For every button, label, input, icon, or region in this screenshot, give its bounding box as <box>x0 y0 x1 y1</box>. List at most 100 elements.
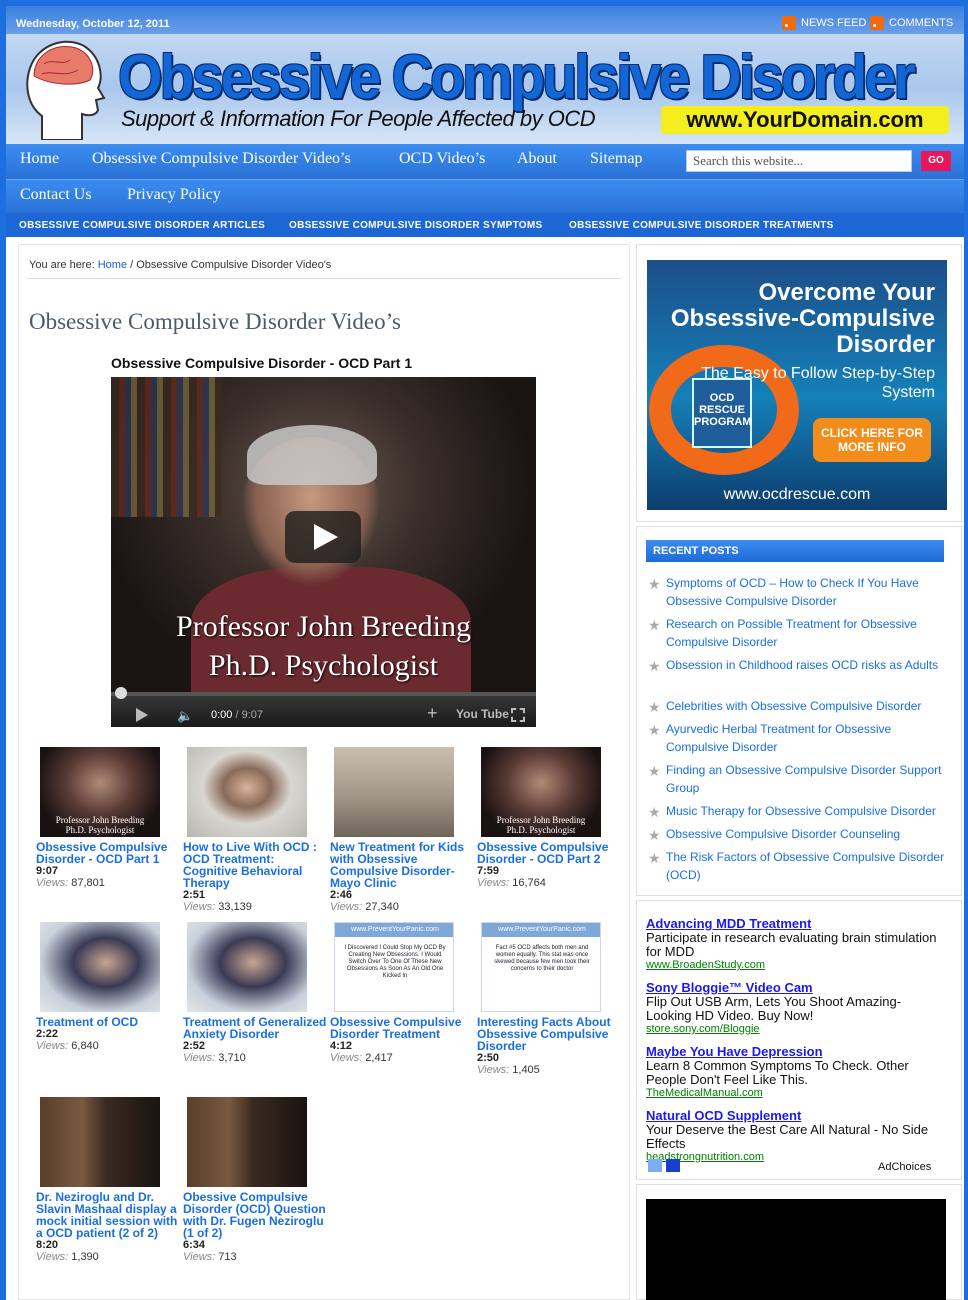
nav-home[interactable]: Home <box>20 150 59 168</box>
recent-post-link[interactable]: Obsessive Compulsive Disorder Counseling <box>666 827 900 841</box>
views-count: 27,340 <box>365 901 399 913</box>
recent-post-item[interactable]: ★ Celebrities with Obsessive Compulsive D… <box>646 697 946 715</box>
recent-post-link[interactable]: Symptoms of OCD – How to Check If You Ha… <box>666 576 919 608</box>
site-title[interactable]: Obsessive Compulsive Disorder <box>118 42 916 113</box>
views-count: 6,840 <box>71 1040 99 1052</box>
ad-url[interactable]: store.sony.com/Bloggie <box>646 1023 946 1036</box>
recent-post-item[interactable]: ★ Symptoms of OCD – How to Check If You H… <box>646 574 946 610</box>
recent-post-item[interactable]: ★ Music Therapy for Obsessive Compulsive … <box>646 802 946 820</box>
video-thumbnail[interactable] <box>187 922 307 1012</box>
volume-icon[interactable]: 🔈 <box>177 708 197 723</box>
video-thumb-item[interactable]: Treatment of OCD 2:22 Views: 6,840 <box>36 922 183 1053</box>
video-thumb-item[interactable]: www.PreventYourPanic.com I Discovered I … <box>330 922 477 1065</box>
recent-post-item[interactable]: ★ The Risk Factors of Obsessive Compulsiv… <box>646 848 946 884</box>
video-thumb-title[interactable]: How to Live With OCD : OCD Treatment: Co… <box>183 841 330 889</box>
news-feed-link[interactable]: NEWS FEED <box>782 16 866 30</box>
video-thumb-title[interactable]: Treatment of Generalized Anxiety Disorde… <box>183 1016 330 1040</box>
recent-post-link[interactable]: Finding an Obsessive Compulsive Disorder… <box>666 763 941 795</box>
video-thumbnail[interactable] <box>40 922 160 1012</box>
ocd-rescue-banner[interactable]: Overcome Your Obsessive-Compulsive Disor… <box>647 260 947 510</box>
video-thumbnail[interactable]: www.PreventYourPanic.com I Discovered I … <box>334 922 454 1012</box>
video-thumbnail[interactable] <box>334 747 454 837</box>
video-thumb-title[interactable]: Obsessive Compulsive Disorder - OCD Part… <box>477 841 624 865</box>
video-thumb-title[interactable]: Obessive Compulsive Disorder (OCD) Quest… <box>183 1191 330 1239</box>
views-count: 2,417 <box>365 1052 393 1064</box>
ad-title[interactable]: Advancing MDD Treatment <box>646 916 946 931</box>
video-thumbnail[interactable]: www.PreventYourPanic.com Fact #5 OCD aff… <box>481 922 601 1012</box>
video-thumb-title[interactable]: New Treatment for Kids with Obsessive Co… <box>330 841 477 889</box>
video-thumb-item[interactable]: How to Live With OCD : OCD Treatment: Co… <box>183 747 330 914</box>
recent-post-item[interactable]: ★ Ayurvedic Herbal Treatment for Obsessiv… <box>646 720 946 756</box>
recent-post-link[interactable]: Ayurvedic Herbal Treatment for Obsessive… <box>666 722 891 754</box>
nav-ocd-videos[interactable]: OCD Video’s <box>399 150 485 168</box>
nav-sitemap[interactable]: Sitemap <box>590 150 642 168</box>
star-icon: ★ <box>648 850 661 866</box>
adchoices-link[interactable]: AdChoices <box>878 1161 931 1173</box>
time-display: 0:00 / 9:07 <box>211 709 263 721</box>
recent-post-link[interactable]: The Risk Factors of Obsessive Compulsive… <box>666 850 944 882</box>
video-thumbnail[interactable] <box>40 747 160 837</box>
ad-title[interactable]: Maybe You Have Depression <box>646 1044 946 1059</box>
ad-prev-arrow-icon[interactable] <box>648 1159 662 1172</box>
search-input[interactable]: Search this website... <box>686 150 912 172</box>
search-button[interactable]: GO <box>921 151 951 171</box>
recent-post-link[interactable]: Research on Possible Treatment for Obses… <box>666 617 917 649</box>
recent-post-link[interactable]: Celebrities with Obsessive Compulsive Di… <box>666 699 921 713</box>
ad-next-arrow-icon[interactable] <box>666 1159 680 1172</box>
nav-ocd-symptoms[interactable]: OBSESSIVE COMPULSIVE DISORDER SYMPTOMS <box>289 220 542 231</box>
video-thumb-item[interactable]: Treatment of Generalized Anxiety Disorde… <box>183 922 330 1065</box>
video-thumb-title[interactable]: Interesting Facts About Obsessive Compul… <box>477 1016 624 1052</box>
progress-bar[interactable] <box>111 692 536 696</box>
video-thumb-item[interactable]: Obessive Compulsive Disorder (OCD) Quest… <box>183 1097 330 1264</box>
banner-cta-button[interactable]: CLICK HERE FOR MORE INFO <box>813 418 931 462</box>
video-thumb-item[interactable]: New Treatment for Kids with Obsessive Co… <box>330 747 477 914</box>
breadcrumb-current: Obsessive Compulsive Disorder Video's <box>136 259 332 271</box>
play-overlay-icon[interactable] <box>285 511 361 563</box>
breadcrumb-home-link[interactable]: Home <box>98 259 127 271</box>
ad-item[interactable]: Natural OCD Supplement Your Deserve the … <box>646 1108 946 1164</box>
nav-privacy-policy[interactable]: Privacy Policy <box>127 186 221 204</box>
video-thumbnail[interactable] <box>40 1097 160 1187</box>
banner-subheadline: The Easy to Follow Step-by-Step System <box>701 365 935 401</box>
progress-handle[interactable] <box>115 687 127 699</box>
nav-ocd-treatments[interactable]: OBSESSIVE COMPULSIVE DISORDER TREATMENTS <box>569 220 834 231</box>
video-thumbnail[interactable] <box>481 747 601 837</box>
ad-url[interactable]: TheMedicalManual.com <box>646 1087 946 1100</box>
ad-title[interactable]: Natural OCD Supplement <box>646 1108 946 1123</box>
thumb-banner: www.PreventYourPanic.com <box>335 923 453 937</box>
ad-title[interactable]: Sony Bloggie™ Video Cam <box>646 980 946 995</box>
ad-item[interactable]: Advancing MDD Treatment Participate in r… <box>646 916 946 972</box>
video-thumb-title[interactable]: Obsessive Compulsive Disorder Treatment <box>330 1016 477 1040</box>
play-icon[interactable] <box>136 708 148 722</box>
comments-feed-link[interactable]: COMMENTS <box>870 16 953 30</box>
video-thumb-item[interactable]: Obsessive Compulsive Disorder - OCD Part… <box>36 747 183 890</box>
bookshelf <box>111 377 221 517</box>
video-thumbnail[interactable] <box>187 747 307 837</box>
fullscreen-icon[interactable] <box>511 708 525 722</box>
ad-item[interactable]: Maybe You Have Depression Learn 8 Common… <box>646 1044 946 1100</box>
recent-post-item[interactable]: ★ Research on Possible Treatment for Obse… <box>646 615 946 651</box>
nav-ocd-articles[interactable]: OBSESSIVE COMPULSIVE DISORDER ARTICLES <box>19 220 265 231</box>
video-thumb-item[interactable]: Dr. Neziroglu and Dr. Slavin Mashaal dis… <box>36 1097 183 1264</box>
video-thumb-item[interactable]: Obsessive Compulsive Disorder - OCD Part… <box>477 747 624 890</box>
views-label: Views: <box>477 1064 510 1076</box>
nav-about[interactable]: About <box>517 150 557 168</box>
recent-post-link[interactable]: Obsession in Childhood raises OCD risks … <box>666 658 938 672</box>
nav-contact-us[interactable]: Contact Us <box>20 186 92 204</box>
ad-url[interactable]: www.BroadenStudy.com <box>646 959 946 972</box>
embedded-video-widget[interactable] <box>646 1199 946 1300</box>
video-thumbnail[interactable] <box>187 1097 307 1187</box>
recent-post-link[interactable]: Music Therapy for Obsessive Compulsive D… <box>666 804 936 818</box>
video-thumb-title[interactable]: Dr. Neziroglu and Dr. Slavin Mashaal dis… <box>36 1191 183 1239</box>
youtube-logo-icon[interactable]: You Tube <box>456 707 509 721</box>
recent-post-item[interactable]: ★ Obsessive Compulsive Disorder Counselin… <box>646 825 946 843</box>
video-thumb-item[interactable]: www.PreventYourPanic.com Fact #5 OCD aff… <box>477 922 624 1077</box>
video-player[interactable]: Professor John Breeding Ph.D. Psychologi… <box>111 377 536 727</box>
recent-post-item[interactable]: ★ Obsession in Childhood raises OCD risks… <box>646 656 946 674</box>
ad-item[interactable]: Sony Bloggie™ Video Cam Flip Out USB Arm… <box>646 980 946 1036</box>
nav-ocd-disorder-videos[interactable]: Obsessive Compulsive Disorder Video’s <box>92 150 351 168</box>
video-thumb-title[interactable]: Treatment of OCD <box>36 1016 183 1028</box>
video-thumb-title[interactable]: Obsessive Compulsive Disorder - OCD Part… <box>36 841 183 865</box>
add-icon[interactable]: + <box>427 703 438 724</box>
recent-post-item[interactable]: ★ Finding an Obsessive Compulsive Disorde… <box>646 761 946 797</box>
